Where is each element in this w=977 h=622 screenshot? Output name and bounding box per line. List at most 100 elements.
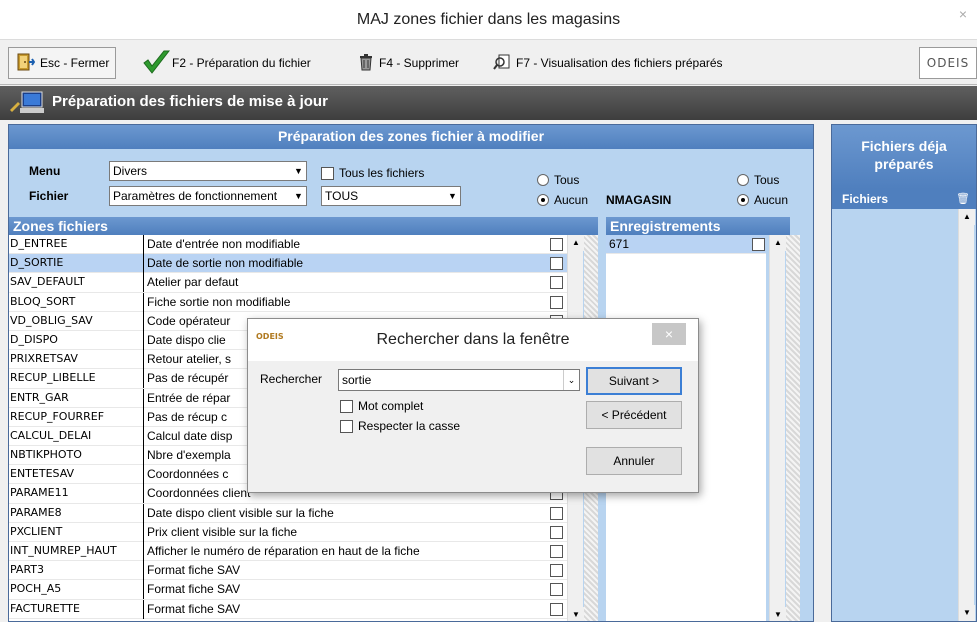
table-row[interactable]: PART3 Format fiche SAV	[9, 561, 567, 581]
zone-code: BLOQ_SORT	[10, 294, 76, 308]
chevron-down-icon[interactable]: ⌄	[563, 370, 579, 390]
enregistrements-hatch-column	[786, 235, 800, 621]
all-files-label: Tous les fichiers	[339, 166, 425, 180]
scroll-up-icon[interactable]: ▲	[770, 235, 786, 251]
odeis-logo: ODEIS	[919, 47, 977, 79]
zone-checkbox[interactable]	[550, 295, 563, 309]
scroll-down-icon[interactable]: ▼	[770, 607, 786, 621]
scroll-up-icon[interactable]: ▲	[959, 209, 975, 225]
zone-code: D_ENTREE	[10, 237, 68, 250]
zone-checkbox[interactable]	[550, 506, 563, 520]
zone-code: POCH_A5	[10, 582, 62, 596]
f4-delete-label: F4 - Supprimer	[379, 56, 460, 70]
record-value: 671	[609, 237, 630, 251]
exit-door-icon	[15, 52, 36, 75]
section-title: Préparation des zones fichier à modifier	[9, 125, 813, 149]
zone-description: Format fiche SAV	[143, 561, 547, 581]
fichier-select-value: Paramètres de fonctionnement	[113, 189, 278, 203]
zone-description: Afficher le numéro de réparation en haut…	[143, 542, 547, 561]
previous-button[interactable]: < Précédent	[586, 401, 682, 429]
toolbar: Esc - Fermer F2 - Préparation du fichier…	[0, 41, 977, 85]
match-case-checkbox[interactable]	[340, 419, 353, 433]
chevron-down-icon: ▼	[290, 187, 306, 205]
computer-icon	[8, 90, 48, 119]
zone-checkbox[interactable]	[550, 525, 563, 539]
radio-aucun-label: Aucun	[554, 193, 589, 207]
radio2-aucun-option[interactable]: Aucun	[737, 193, 788, 207]
f7-view-label: F7 - Visualisation des fichiers préparés	[516, 56, 723, 70]
next-button[interactable]: Suivant >	[586, 367, 682, 395]
zone-checkbox[interactable]	[550, 545, 563, 558]
search-dialog-close-button[interactable]: ×	[652, 323, 686, 345]
prepared-files-scrollbar[interactable]: ▲ ▼	[958, 209, 975, 621]
zone-checkbox[interactable]	[550, 564, 563, 578]
table-row[interactable]: SAV_DEFAULT Atelier par defaut	[9, 273, 567, 293]
nmagasin-label: NMAGASIN	[606, 193, 672, 207]
zone-code: RECUP_FOURREF	[10, 409, 105, 423]
zone-checkbox[interactable]	[550, 602, 563, 616]
filter-select[interactable]: TOUS ▼	[321, 186, 461, 206]
table-row[interactable]: INT_NUMREP_HAUT Afficher le numéro de rép…	[9, 542, 567, 562]
zone-code: INT_NUMREP_HAUT	[10, 544, 117, 557]
radio-tous[interactable]	[537, 174, 549, 186]
zone-code: D_DISPO	[10, 332, 58, 346]
trash-icon	[358, 53, 374, 74]
zone-checkbox[interactable]	[550, 276, 563, 290]
enregistrements-scrollbar[interactable]: ▲ ▼	[769, 235, 786, 621]
esc-close-button[interactable]: Esc - Fermer	[8, 47, 117, 79]
match-case-label: Respecter la casse	[358, 419, 461, 433]
table-row[interactable]: PARAME8 Date dispo client visible sur la …	[9, 503, 567, 523]
f2-prepare-button[interactable]: F2 - Préparation du fichier	[142, 47, 311, 79]
zone-checkbox[interactable]	[550, 583, 563, 597]
table-row[interactable]: PXCLIENT Prix client visible sur la fiche	[9, 522, 567, 542]
radio-aucun-option[interactable]: Aucun	[537, 193, 588, 207]
cancel-button[interactable]: Annuler	[586, 447, 682, 475]
zone-checkbox[interactable]	[550, 257, 563, 271]
radio2-aucun[interactable]	[737, 194, 749, 206]
table-row[interactable]: POCH_A5 Format fiche SAV	[9, 580, 567, 600]
magnifier-document-icon	[493, 53, 511, 74]
delete-column-icon[interactable]: 🗑	[956, 192, 970, 205]
scroll-down-icon[interactable]: ▼	[568, 607, 584, 621]
radio-tous-option[interactable]: Tous	[537, 173, 579, 187]
search-dialog-title: Rechercher dans la fenêtre	[376, 331, 570, 348]
zone-checkbox[interactable]	[550, 238, 563, 251]
all-files-option[interactable]: Tous les fichiers	[321, 166, 424, 180]
radio2-tous-label: Tous	[754, 173, 780, 187]
prepared-files-panel: Fichiers déja préparés Fichiers 🗑 ▲ ▼	[831, 124, 977, 622]
scroll-down-icon[interactable]: ▼	[959, 605, 975, 621]
all-files-checkbox[interactable]	[321, 166, 334, 180]
zone-code: ENTETESAV	[10, 467, 75, 481]
radio2-tous[interactable]	[737, 174, 749, 186]
f4-delete-button[interactable]: F4 - Supprimer	[358, 47, 459, 79]
scroll-up-icon[interactable]: ▲	[568, 235, 584, 251]
zone-code: RECUP_LIBELLE	[10, 371, 96, 385]
record-checkbox[interactable]	[752, 238, 765, 251]
zone-code: SAV_DEFAULT	[10, 275, 85, 289]
fichier-select[interactable]: Paramètres de fonctionnement ▼	[109, 186, 307, 206]
prepared-files-title: Fichiers déja préparés	[832, 125, 976, 189]
match-case-option[interactable]: Respecter la casse	[340, 419, 460, 433]
record-row[interactable]: 671	[606, 235, 766, 255]
zone-description: Format fiche SAV	[143, 599, 547, 619]
zone-code: PRIXRETSAV	[10, 352, 78, 366]
radio-aucun[interactable]	[537, 194, 549, 206]
table-row[interactable]: FACTURETTE Format fiche SAV	[9, 599, 567, 619]
whole-word-checkbox[interactable]	[340, 399, 353, 413]
search-input[interactable]: sortie ⌄	[338, 369, 580, 391]
table-row[interactable]: D_SORTIE Date de sortie non modifiable	[9, 254, 567, 274]
table-row[interactable]: D_ENTREE Date d'entrée non modifiable	[9, 235, 567, 255]
window-close-button[interactable]: ×	[949, 0, 977, 30]
prepared-files-column-header: Fichiers	[832, 189, 976, 209]
f7-view-button[interactable]: F7 - Visualisation des fichiers préparés	[493, 47, 723, 79]
filter-select-value: TOUS	[325, 189, 359, 203]
checkmark-icon	[142, 49, 171, 78]
whole-word-option[interactable]: Mot complet	[340, 399, 423, 413]
search-label: Rechercher	[260, 372, 323, 386]
menu-select[interactable]: Divers ▼	[109, 161, 307, 181]
radio2-tous-option[interactable]: Tous	[737, 173, 779, 187]
search-dialog: ODEIS Rechercher dans la fenêtre × Reche…	[247, 318, 699, 493]
zone-description: Prix client visible sur la fiche	[143, 522, 547, 542]
zone-code: VD_OBLIG_SAV	[10, 313, 93, 327]
table-row[interactable]: BLOQ_SORT Fiche sortie non modifiable	[9, 292, 567, 312]
